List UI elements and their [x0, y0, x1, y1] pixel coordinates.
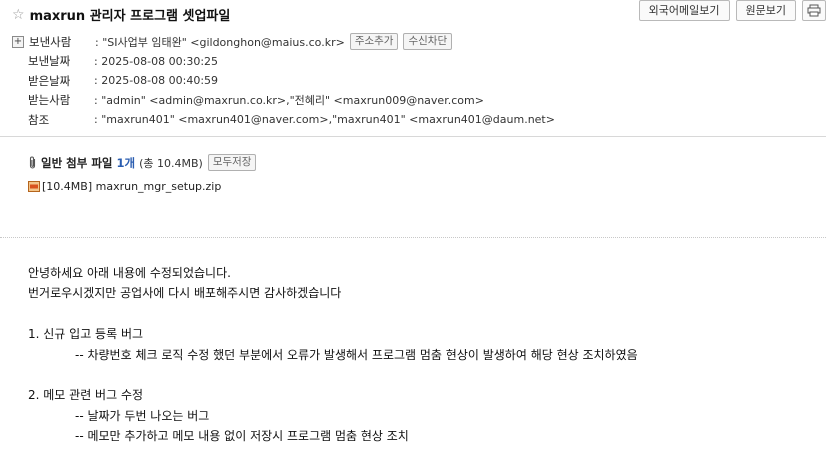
- body-line: -- 날짜가 두번 나오는 버그: [75, 408, 210, 423]
- body-line: 번거로우시겠지만 공업사에 다시 배포해주시면 감사하겠습니다: [28, 286, 342, 301]
- zip-file-icon: [28, 181, 40, 192]
- body-line: 안녕하세요 아래 내용에 수정되었습니다.: [28, 266, 231, 280]
- body-line: 1. 신규 입고 등록 버그: [28, 327, 144, 342]
- paperclip-icon: [29, 156, 36, 169]
- attachment-total-size: (총 10.4MB): [139, 156, 203, 170]
- cc-row: 참조 : "maxrun401" <maxrun401@naver.com>,"…: [12, 110, 555, 130]
- attachment-count: 1개: [116, 155, 136, 170]
- mail-header: + 보낸사람 : "SI사업부 임태완" <gildonghon@maius.c…: [12, 32, 555, 130]
- view-original-button[interactable]: 원문보기: [735, 0, 796, 21]
- cc-label: 참조: [28, 112, 50, 127]
- from-value[interactable]: : "SI사업부 임태완" <gildonghon@maius.co.kr>: [95, 34, 345, 50]
- add-contact-button[interactable]: 주소추가: [349, 33, 399, 51]
- received-label: 받은날짜: [28, 73, 71, 88]
- attachment-file-link[interactable]: [10.4MB] maxrun_mgr_setup.zip: [42, 180, 221, 193]
- body-line: 2. 메모 관련 버그 수정: [28, 388, 144, 403]
- sent-row: 보낸날짜 : 2025-08-08 00:30:25: [12, 52, 555, 72]
- star-icon[interactable]: ☆: [12, 7, 25, 23]
- toolbar: 외국어메일보기 원문보기: [638, 0, 826, 21]
- from-row: + 보낸사람 : "SI사업부 임태완" <gildonghon@maius.c…: [12, 32, 555, 52]
- attachment-title: 일반 첨부 파일: [41, 155, 113, 170]
- save-all-button[interactable]: 모두저장: [207, 154, 257, 171]
- expand-icon[interactable]: +: [12, 35, 24, 48]
- divider: [0, 136, 826, 137]
- to-row: 받는사람 : "admin" <admin@maxrun.co.kr>,"전혜리…: [12, 91, 555, 111]
- body-blank: [28, 304, 638, 324]
- foreign-mail-button[interactable]: 외국어메일보기: [638, 0, 730, 21]
- sent-value: : 2025-08-08 00:30:25: [94, 54, 219, 68]
- sent-label: 보낸날짜: [28, 54, 71, 69]
- from-label: 보낸사람: [29, 34, 72, 49]
- body-line: -- 차량번호 체크 로직 수정 했던 부분에서 오류가 발생해서 프로그램 멈…: [75, 347, 638, 362]
- body-blank: [28, 365, 638, 385]
- received-value: : 2025-08-08 00:40:59: [94, 74, 219, 88]
- block-sender-button[interactable]: 수신차단: [403, 33, 453, 51]
- attachment-file[interactable]: [10.4MB] maxrun_mgr_setup.zip: [28, 180, 221, 193]
- attachment-header: 일반 첨부 파일 1개 (총 10.4MB) 모두저장: [28, 154, 257, 171]
- received-row: 받은날짜 : 2025-08-08 00:40:59: [12, 71, 555, 91]
- to-value[interactable]: : "admin" <admin@maxrun.co.kr>,"전혜리" <ma…: [94, 92, 484, 108]
- divider: [0, 237, 826, 238]
- subject-title: maxrun 관리자 프로그램 셋업파일: [29, 9, 231, 24]
- cc-value[interactable]: : "maxrun401" <maxrun401@naver.com>,"max…: [94, 113, 555, 126]
- print-button[interactable]: [802, 0, 826, 21]
- body-line: -- 메모만 추가하고 메모 내용 없이 저장시 프로그램 멈춤 현상 조치: [75, 429, 409, 444]
- printer-icon: [807, 4, 821, 17]
- mail-body: 안녕하세요 아래 내용에 수정되었습니다. 번거로우시겠지만 공업사에 다시 배…: [28, 263, 638, 447]
- to-label: 받는사람: [28, 93, 71, 108]
- mail-subject: ☆ maxrun 관리자 프로그램 셋업파일: [12, 5, 231, 25]
